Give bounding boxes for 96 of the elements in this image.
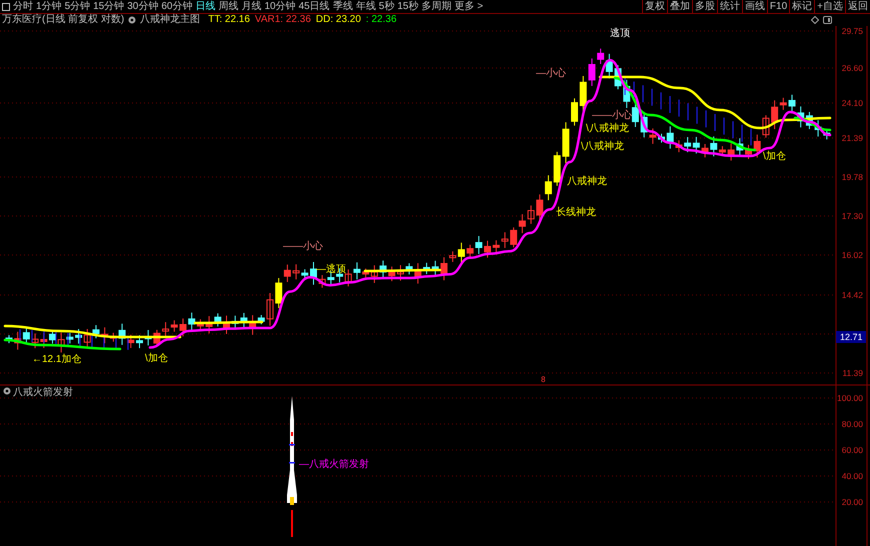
period-tab[interactable]: 季线 [332,0,353,13]
candlestick [180,318,186,337]
indicator-value: TT: 22.16 [208,14,250,26]
price-label: 29.75 [842,26,863,36]
candlestick [614,64,622,90]
price-label: 21.39 [842,133,863,143]
price-label: 11.39 [842,368,863,378]
period-tab[interactable]: 更多 > [454,0,484,13]
marker-label: 8 [541,375,546,384]
signal-label: \加仓 [763,151,786,162]
signal-label: —小心 [536,68,566,79]
price-label: 24.10 [842,98,863,108]
value-label: 80.00 [842,419,863,429]
current-price-tag: 12.71 [836,331,866,343]
indicator-name[interactable]: 八戒火箭发射 [13,387,73,398]
resistance-line [194,320,264,324]
period-tab[interactable]: 5分钟 [64,0,90,13]
candlestick [310,262,317,286]
candlestick [354,262,360,280]
toolbar-button[interactable]: 复权 [642,0,667,13]
candlestick [484,240,491,258]
signal-label: 逃顶 [610,28,630,39]
candlestick [440,256,448,281]
value-label: 40.00 [842,471,863,481]
period-tab[interactable]: 15分钟 [93,0,124,13]
window-icon[interactable] [823,16,832,24]
value-label: 60.00 [842,445,863,455]
candlestick [92,324,100,339]
price-label: 16.02 [842,250,863,260]
toolbar-button[interactable]: 画线 [742,0,767,13]
period-tab[interactable]: 日线 [196,0,216,13]
signal-label: \加仓 [145,353,168,364]
period-tab[interactable]: 多周期 [421,0,452,13]
diamond-icon[interactable] [811,16,819,24]
settings-icon[interactable] [4,388,10,394]
indicator-value: : 22.36 [366,14,397,26]
candlestick [223,315,230,334]
toolbar-button[interactable]: 标记 [789,0,814,13]
toolbar-button[interactable]: 叠加 [666,0,692,13]
candlestick [788,94,796,112]
toolbar-button[interactable]: 多股 [692,0,717,13]
band-line [660,92,662,110]
candlestick [266,292,274,326]
signal-label: 长线神龙 [556,207,596,218]
toolbar-button[interactable]: 统计 [716,0,742,13]
signal-label: —八戒火箭发射 [299,459,369,470]
period-tab[interactable]: 5秒 [378,0,394,13]
band-line [714,114,716,132]
band-line [642,84,644,103]
band-line [624,78,626,96]
square-icon[interactable] [2,2,10,10]
candlestick [745,144,752,160]
price-label: 14.42 [842,290,863,300]
value-label: 100.00 [837,393,863,403]
indicator-name[interactable]: 八戒神龙主图 [140,14,200,26]
price-label: 26.60 [842,63,863,73]
period-tab[interactable]: 30分钟 [127,0,158,13]
period-tab[interactable]: 月线 [242,0,262,13]
period-tab[interactable]: 15秒 [397,0,418,13]
candlestick [6,334,12,344]
period-tab[interactable]: 分时 [13,0,33,13]
candlestick [658,133,665,144]
period-tab[interactable]: 45日线 [298,0,330,13]
band-line [696,106,698,124]
band-line [750,128,752,146]
indicator-value: DD: 23.20 [316,14,361,26]
settings-icon[interactable] [128,16,136,24]
band-line [732,120,734,139]
support-line [794,116,832,132]
period-tab[interactable]: 1分钟 [36,0,62,13]
signal-label: ——小心 [592,110,632,121]
value-label: 20.00 [842,497,863,507]
price-label: 17.30 [842,211,863,221]
candlestick [397,264,404,282]
chart-title: 万东医疗(日线 前复权 对数) [2,14,124,26]
toolbar-button[interactable]: F10 [766,0,790,13]
period-tab[interactable]: 60分钟 [161,0,192,13]
indicator-value: VAR1: 22.36 [254,14,311,26]
candlestick [528,205,534,224]
toolbar-button[interactable]: +自选 [814,0,845,13]
period-tab[interactable]: 周线 [218,0,238,13]
period-tab[interactable]: 10分钟 [264,0,296,13]
signal-label: \八戒神龙 [586,123,629,134]
signal-label: ←12.1加仓 [32,354,82,365]
toolbar-button[interactable]: 返回 [845,0,870,13]
band-line [678,99,680,118]
signal-label: ——小心 [283,241,323,252]
period-tab[interactable]: 年线 [356,0,376,13]
price-label: 19.78 [842,172,863,182]
candlestick [49,330,56,344]
candlestick [136,334,143,349]
signal-label: 八戒神龙 [567,176,607,187]
signal-label: —逃顶 [316,264,346,275]
candlestick [571,98,578,126]
signal-label: \八戒神龙 [581,141,624,152]
candlestick [702,143,708,158]
